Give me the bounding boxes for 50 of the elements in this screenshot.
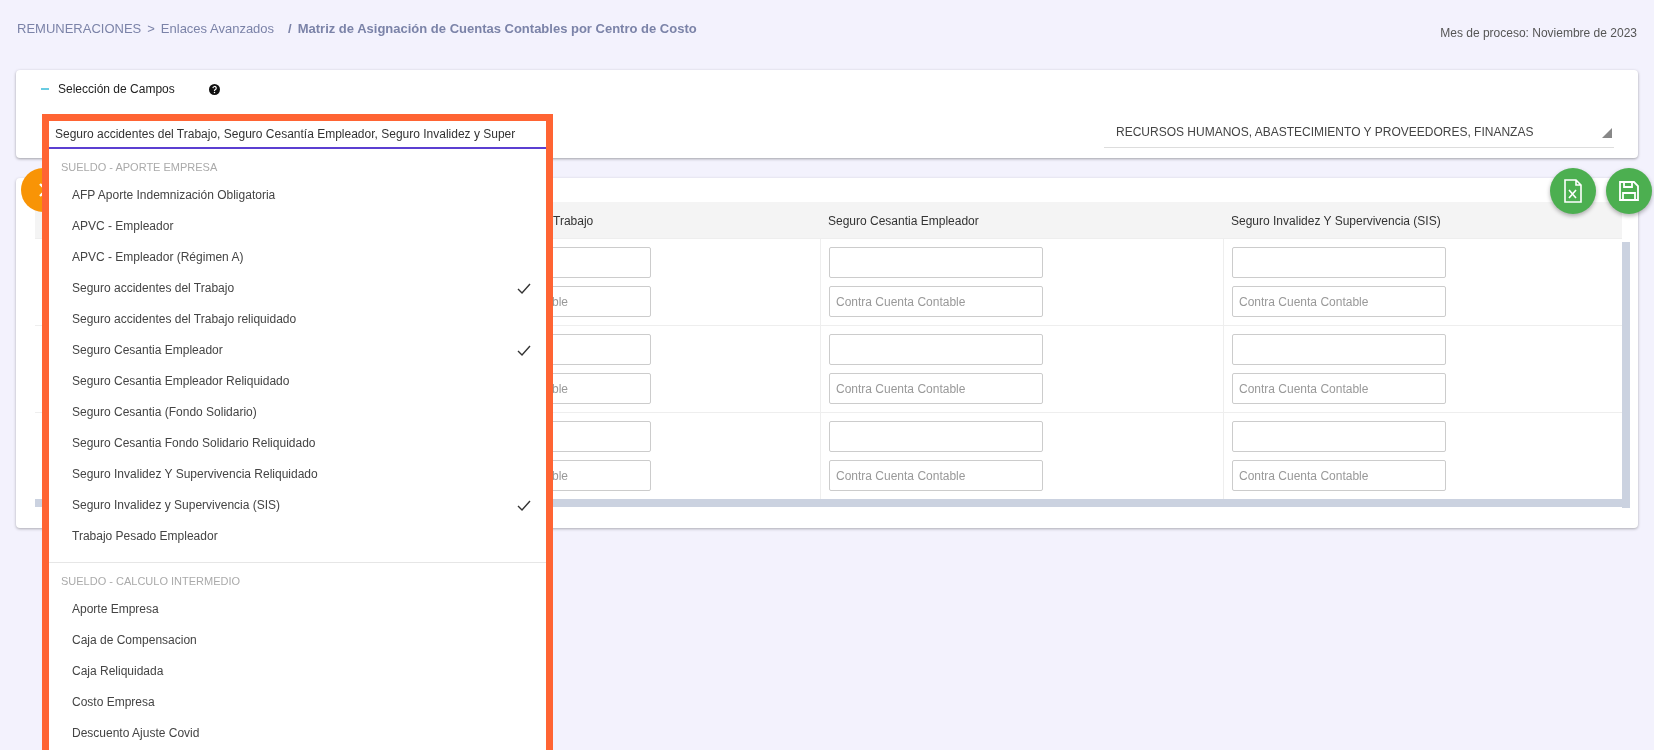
dropdown-option[interactable]: Trabajo Pesado Empleador xyxy=(49,520,546,552)
counter-account-input[interactable]: Contra Cuenta Contable xyxy=(829,373,1043,404)
dropdown-option[interactable]: Aporte Empresa xyxy=(49,593,546,624)
process-month: Mes de proceso: Noviembre de 2023 xyxy=(1440,25,1637,42)
column-header: Trabajo xyxy=(553,214,594,228)
page-title: Matriz de Asignación de Cuentas Contables por Centro de Costo xyxy=(297,19,697,38)
breadcrumb-separator: > xyxy=(147,19,155,38)
check-icon xyxy=(517,344,531,356)
vertical-scrollbar[interactable] xyxy=(1622,242,1630,508)
dropdown-option[interactable]: Seguro Invalidez Y Supervivencia Reliquidado xyxy=(49,458,546,490)
counter-account-input[interactable]: Contra Cuenta Contable xyxy=(1232,373,1446,404)
help-icon[interactable] xyxy=(208,83,220,95)
account-input[interactable] xyxy=(829,247,1043,278)
dropdown-option[interactable]: Caja Reliquidada xyxy=(49,655,546,686)
dropdown-option[interactable]: Seguro Cesantia Empleador xyxy=(49,334,546,366)
dropdown-option[interactable]: Seguro accidentes del Trabajo reliquidado xyxy=(49,303,546,335)
account-input[interactable] xyxy=(1232,334,1446,365)
counter-account-input[interactable]: Contra Cuenta Contable xyxy=(1232,286,1446,317)
dropdown-option[interactable]: APVC - Empleador (Régimen A) xyxy=(49,241,546,273)
account-input[interactable] xyxy=(829,421,1043,452)
export-excel-button[interactable] xyxy=(1550,168,1596,214)
account-input[interactable] xyxy=(1232,247,1446,278)
breadcrumb-separator: / xyxy=(288,19,292,38)
dropdown-option[interactable]: Seguro Cesantia Fondo Solidario Reliquidado xyxy=(49,427,546,459)
account-input[interactable] xyxy=(829,334,1043,365)
column-header: Seguro Cesantia Empleador xyxy=(828,214,979,228)
column-header: Seguro Invalidez Y Supervivencia (SIS) xyxy=(1231,214,1441,228)
dropdown-option[interactable]: Seguro Cesantia Empleador Reliquidado xyxy=(49,365,546,397)
dropdown-arrow-icon xyxy=(1602,128,1612,138)
area-select[interactable]: RECURSOS HUMANOS, ABASTECIMIENTO Y PROVEEDORES, FINANZAS xyxy=(1104,116,1614,148)
fields-select[interactable]: Seguro accidentes del Trabajo, Seguro Cesantía Empleador, Seguro Invalidez y Super xyxy=(49,121,546,149)
dropdown-option[interactable]: Caja de Compensacion xyxy=(49,624,546,655)
dropdown-option[interactable]: AFP Aporte Indemnización Obligatoria xyxy=(49,179,546,211)
counter-account-input[interactable]: Contra Cuenta Contable xyxy=(1232,460,1446,491)
dropdown-option[interactable]: APVC - Empleador xyxy=(49,210,546,242)
dropdown-option[interactable]: Seguro accidentes del Trabajo xyxy=(49,272,546,304)
save-button[interactable] xyxy=(1606,168,1652,214)
check-icon xyxy=(517,499,531,511)
dropdown-option[interactable]: Descuento Ajuste Covid xyxy=(49,717,546,748)
group-header: SUELDO - CALCULO INTERMEDIO xyxy=(60,573,242,589)
section-title: Selección de Campos xyxy=(58,81,175,98)
check-icon xyxy=(517,282,531,294)
dropdown-option[interactable]: Seguro Cesantia (Fondo Solidario) xyxy=(49,396,546,428)
counter-account-input[interactable]: Contra Cuenta Contable xyxy=(829,460,1043,491)
group-header: SUELDO - APORTE EMPRESA xyxy=(60,160,219,175)
spreadsheet-file-icon xyxy=(1563,179,1583,203)
counter-account-input[interactable]: Contra Cuenta Contable xyxy=(829,286,1043,317)
dropdown-option[interactable]: Seguro Invalidez y Supervivencia (SIS) xyxy=(49,489,546,521)
account-input[interactable] xyxy=(1232,421,1446,452)
dropdown-option[interactable]: Costo Empresa xyxy=(49,686,546,717)
